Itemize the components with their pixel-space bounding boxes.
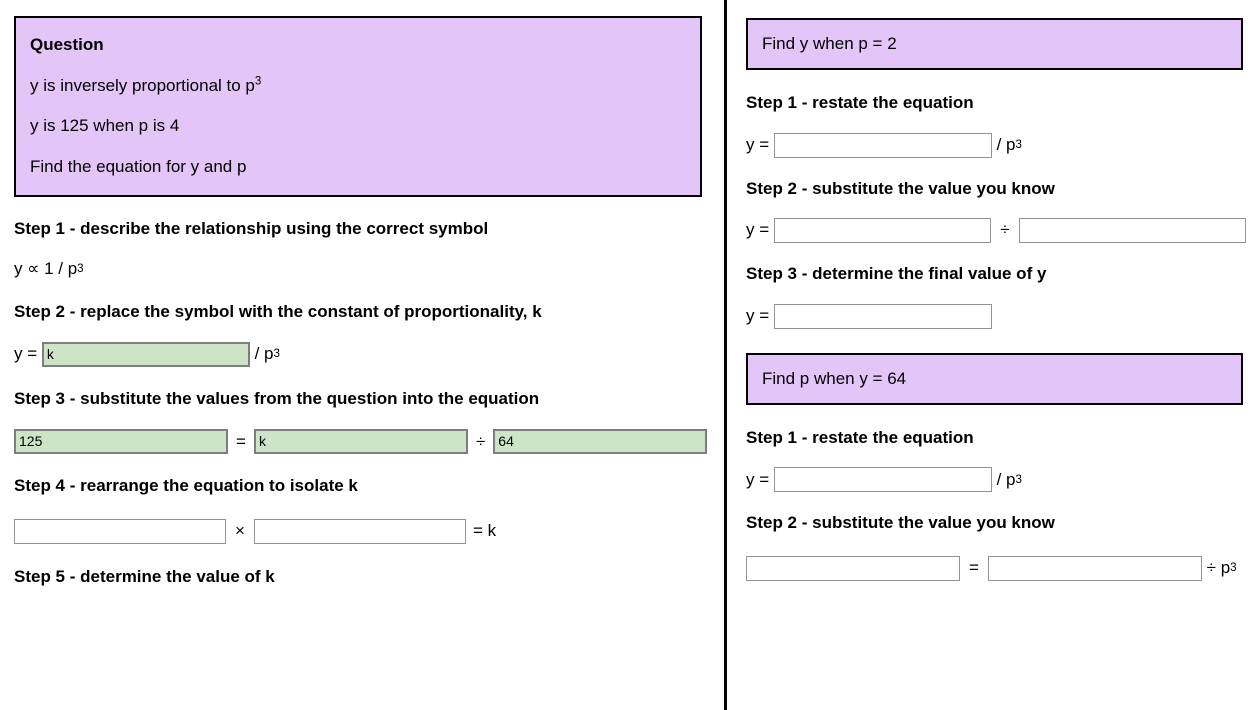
- left-step-3-row: 125 = k ÷ 64: [14, 429, 710, 455]
- task2-step-1-input[interactable]: [773, 467, 992, 493]
- task2-step-1-row: y = / p3: [746, 467, 1246, 493]
- task2-step-2-input-1[interactable]: [746, 555, 960, 581]
- question-line-1-exponent: 3: [254, 75, 262, 88]
- right-column: Find y when p = 2 Step 1 - restate the e…: [746, 0, 1246, 710]
- question-line-1-text: y is inversely proportional to p: [30, 75, 255, 95]
- task1-step-2-label: y =: [746, 220, 774, 240]
- left-step-2-k-input[interactable]: k: [41, 341, 250, 367]
- left-step-4-suffix: = k: [472, 521, 497, 540]
- find-y-prompt-text: Find y when p = 2: [762, 34, 897, 53]
- left-step-4-input-2[interactable]: [253, 518, 466, 544]
- find-y-prompt-box: Find y when p = 2: [746, 18, 1243, 71]
- find-p-prompt-box: Find p when y = 64: [746, 352, 1243, 405]
- left-step-3-operator-equals: =: [236, 431, 246, 451]
- task2-step-1-suffix: / p: [991, 469, 1016, 489]
- question-line-3: Find the equation for y and p: [30, 157, 247, 177]
- task1-step-3-heading: Step 3 - determine the final value of y: [746, 264, 1047, 284]
- left-step-3-input-2[interactable]: k: [253, 429, 468, 455]
- left-step-5-heading: Step 5 - determine the value of k: [14, 566, 275, 586]
- task1-step-1-row: y = / p3: [746, 132, 1246, 158]
- task1-step-3-input[interactable]: [773, 303, 992, 329]
- task2-step-2-input-2[interactable]: [987, 555, 1202, 581]
- left-step-3-heading: Step 3 - substitute the values from the …: [14, 388, 540, 408]
- task1-step-2-input-2[interactable]: [1018, 218, 1246, 244]
- task2-step-2-row: = ÷ p3: [746, 555, 1246, 581]
- left-step-4-row: × = k: [14, 518, 710, 544]
- left-step-2-suffix: / p: [249, 344, 274, 364]
- left-column: Question y is inversely proportional to …: [14, 0, 710, 710]
- column-divider: [724, 0, 727, 710]
- question-line-1: y is inversely proportional to p3: [30, 75, 686, 96]
- task2-step-2-suffix: ÷ p: [1201, 558, 1231, 578]
- question-box: Question y is inversely proportional to …: [14, 16, 702, 197]
- task1-step-3-label: y =: [746, 305, 774, 325]
- task2-step-1-label: y =: [746, 469, 774, 489]
- left-step-3-input-3[interactable]: 64: [493, 429, 708, 455]
- task1-step-1-suffix: / p: [991, 135, 1016, 155]
- left-step-2-heading: Step 2 - replace the symbol with the con…: [14, 301, 542, 321]
- task1-step-2-operator-divide: ÷: [1000, 220, 1010, 240]
- left-step-3-input-1[interactable]: 125: [14, 429, 228, 455]
- worksheet-page: Question y is inversely proportional to …: [0, 0, 1253, 710]
- task2-step-2-operator-equals: =: [969, 558, 979, 578]
- task1-step-2-heading: Step 2 - substitute the value you know: [746, 178, 1055, 198]
- task1-step-1-input[interactable]: [773, 132, 992, 158]
- left-step-1-heading: Step 1 - describe the relationship using…: [14, 218, 489, 238]
- left-step-1-expression-text: y ∝ 1 / p: [14, 259, 78, 279]
- left-step-3-operator-divide: ÷: [475, 431, 486, 451]
- left-step-4-operator-multiply: ×: [235, 521, 245, 540]
- task1-step-2-input-1[interactable]: [773, 218, 992, 244]
- task1-step-2-row: y = ÷: [746, 218, 1246, 244]
- find-p-prompt-text: Find p when y = 64: [762, 368, 907, 388]
- task2-step-2-heading: Step 2 - substitute the value you know: [746, 513, 1055, 533]
- left-step-2-row: y = k / p3: [14, 341, 710, 367]
- task1-step-1-heading: Step 1 - restate the equation: [746, 93, 974, 113]
- left-step-2-label: y =: [14, 344, 42, 364]
- left-step-4-heading: Step 4 - rearrange the equation to isola…: [14, 476, 358, 496]
- left-step-1-expression: y ∝ 1 / p3: [14, 259, 84, 279]
- task2-step-1-heading: Step 1 - restate the equation: [746, 427, 974, 447]
- question-title: Question: [30, 35, 104, 54]
- question-line-2: y is 125 when p is 4: [30, 116, 180, 136]
- task1-step-3-row: y =: [746, 303, 1246, 329]
- left-step-4-input-1[interactable]: [14, 518, 226, 544]
- task1-step-1-label: y =: [746, 135, 774, 155]
